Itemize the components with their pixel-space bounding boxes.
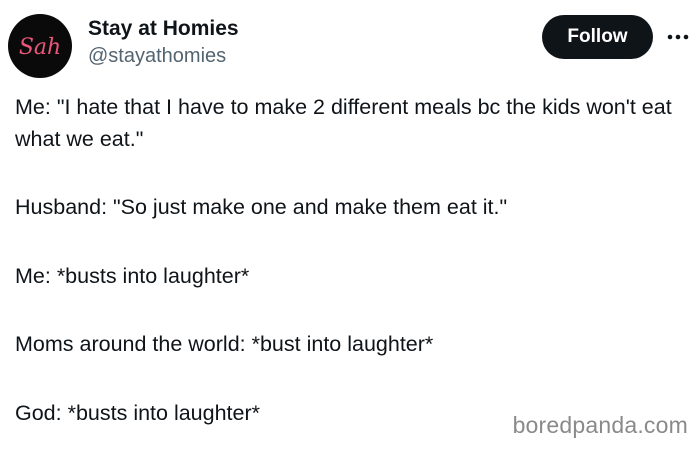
tweet-header: Sah Stay at Homies @stayathomies Follow xyxy=(0,0,700,80)
account-name[interactable]: Stay at Homies xyxy=(88,17,239,41)
tweet-paragraph: Me: *busts into laughter* xyxy=(15,263,250,288)
more-horizontal-icon xyxy=(667,34,689,40)
tweet-text: Me: "I hate that I have to make 2 differ… xyxy=(15,92,685,466)
tweet-paragraph: Me: "I hate that I have to make 2 differ… xyxy=(15,95,672,151)
avatar-logo-icon: Sah xyxy=(19,35,61,60)
avatar-script-text: Sah xyxy=(19,35,61,60)
account-handle[interactable]: @stayathomies xyxy=(88,45,226,68)
avatar[interactable]: Sah xyxy=(8,14,72,78)
tweet-paragraph: Moms around the world: *bust into laught… xyxy=(15,332,434,356)
watermark: boredpanda.com xyxy=(512,412,688,438)
more-options-button[interactable] xyxy=(663,22,693,52)
follow-button[interactable]: Follow xyxy=(542,15,653,59)
tweet-paragraph: Husband: "So just make one and make them… xyxy=(15,195,508,219)
